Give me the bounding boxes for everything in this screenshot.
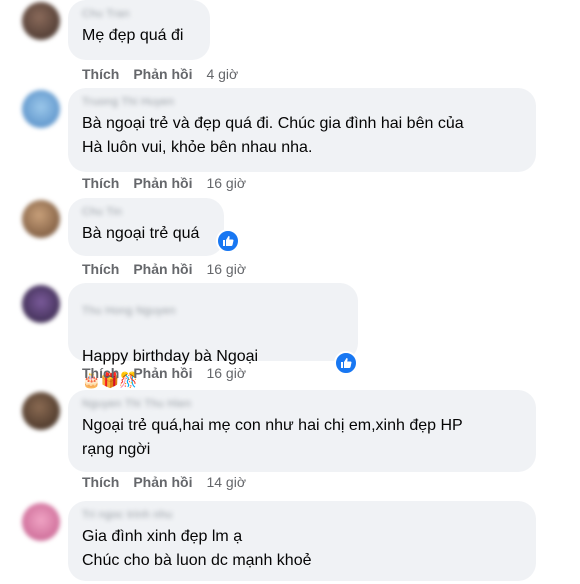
comment-bubble: Truong Thi Huyen Bà ngoại trẻ và đẹp quá… [68,88,536,172]
avatar[interactable] [22,392,60,430]
avatar[interactable] [22,90,60,128]
comment-actions: Thích Phản hồi 16 giờ [82,261,260,277]
avatar[interactable] [22,200,60,238]
comment-author[interactable]: Nguyen Thi Thu Hien [82,398,522,410]
comment-text: Gia đình xinh đẹp lm ạ Chúc cho bà luon … [82,528,312,569]
avatar[interactable] [22,503,60,541]
comment-bubble: Thu Hong Nguyen Happy birthday bà Ngoại … [68,283,358,389]
comment-text: Ngoại trẻ quá,hai mẹ con như hai chị em,… [82,417,463,458]
like-button[interactable]: Thích [82,474,119,490]
like-button[interactable]: Thích [82,175,119,191]
comment-author[interactable]: Chu Tin [82,206,210,218]
reply-button[interactable]: Phản hồi [133,175,192,191]
comment-actions: Thích Phản hồi 4 giờ [82,66,252,82]
avatar[interactable] [22,285,60,323]
comment-time[interactable]: 14 giờ [206,474,246,490]
reply-button[interactable]: Phản hồi [133,474,192,490]
comment-author[interactable]: Truong Thi Huyen [82,96,522,108]
comment-text: Happy birthday bà Ngoại 🎂🎁🎊 [82,321,344,393]
comment-actions: Thích Phản hồi 16 giờ [82,175,260,191]
like-reaction-badge[interactable] [216,229,240,253]
comment-time[interactable]: 16 giờ [206,365,246,381]
comment-author-name[interactable]: Tri ngoc trinh nhu [82,509,173,521]
comment-bubble: Tri ngoc trinh nhu Gia đình xinh đẹp lm … [68,501,536,581]
comment-time[interactable]: 16 giờ [206,175,246,191]
comment-actions: Thích Phản hồi 16 giờ [82,365,260,381]
avatar[interactable] [22,2,60,40]
reply-button[interactable]: Phản hồi [133,365,192,381]
comment-text: Bà ngoại trẻ và đẹp quá đi. Chúc gia đìn… [82,115,464,156]
like-reaction-badge[interactable] [334,351,358,375]
comment-bubble: Chu Tran Mẹ đẹp quá đi [68,0,210,60]
comment-bubble: Chu Tin Bà ngoại trẻ quá [68,198,224,256]
comment-author: Tri ngoc trinh nhu [82,509,522,521]
like-icon [341,358,352,368]
comment-author[interactable]: Chu Tran [82,8,196,20]
comment-time[interactable]: 16 giờ [206,261,246,277]
comment-text: Mẹ đẹp quá đi [82,27,184,44]
comment-text-content: Happy birthday bà Ngoại [82,348,259,365]
see-translation-link[interactable] [296,509,326,521]
comment-author[interactable]: Thu Hong Nguyen [82,305,344,317]
comment-author [82,291,142,303]
like-icon [223,236,234,246]
comment-bubble: Nguyen Thi Thu Hien Ngoại trẻ quá,hai mẹ… [68,390,536,472]
like-button[interactable]: Thích [82,261,119,277]
reply-button[interactable]: Phản hồi [133,261,192,277]
like-button[interactable]: Thích [82,365,119,381]
reply-button[interactable]: Phản hồi [133,66,192,82]
like-button[interactable]: Thích [82,66,119,82]
comment-text: Bà ngoại trẻ quá [82,225,200,242]
comment-time[interactable]: 4 giờ [206,66,238,82]
comment-actions: Thích Phản hồi 14 giờ [82,474,260,490]
